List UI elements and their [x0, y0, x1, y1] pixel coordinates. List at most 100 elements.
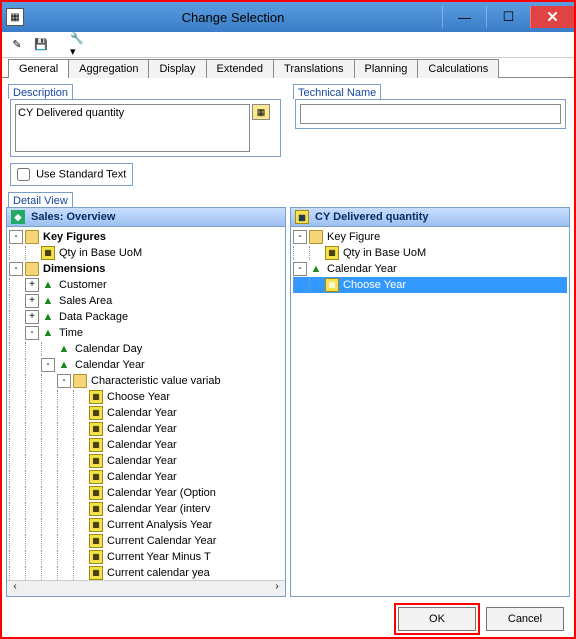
green-icon: ▲	[309, 262, 323, 276]
tree-node[interactable]: - Key Figures	[9, 229, 283, 245]
tab-aggregation[interactable]: Aggregation	[68, 59, 149, 78]
right-tree[interactable]: -Key Figure▦Qty in Base UoM-▲Calendar Ye…	[291, 227, 569, 596]
tree-node[interactable]: +▲Sales Area	[9, 293, 283, 309]
technical-name-label: Technical Name	[293, 84, 381, 99]
tree-expander[interactable]: +	[25, 294, 39, 308]
tree-node[interactable]: ▦Calendar Year	[9, 469, 283, 485]
tab-planning[interactable]: Planning	[354, 59, 419, 78]
tree-label: Qty in Base UoM	[341, 245, 428, 261]
tree-expander[interactable]: -	[25, 326, 39, 340]
tree-label: Time	[57, 325, 85, 341]
minimize-button[interactable]: —	[442, 6, 486, 28]
tree-label: Current calendar yea	[105, 565, 212, 580]
tab-strip: GeneralAggregationDisplayExtendedTransla…	[2, 58, 574, 78]
tree-node[interactable]: -▲Calendar Year	[9, 357, 283, 373]
tree-node[interactable]: ▦Current Year Minus T	[9, 549, 283, 565]
green-icon: ▲	[57, 342, 71, 356]
left-tree[interactable]: -Key Figures▦Qty in Base UoM-Dimensions+…	[7, 227, 285, 580]
yellow-icon: ▦	[89, 454, 103, 468]
green-icon: ▲	[57, 358, 71, 372]
tree-expander[interactable]: -	[293, 262, 307, 276]
tree-label: Key Figures	[41, 229, 108, 245]
yellow-icon: ▦	[89, 422, 103, 436]
tree-node[interactable]: ▦Calendar Year (Option	[9, 485, 283, 501]
tab-display[interactable]: Display	[148, 59, 206, 78]
tree-label: Data Package	[57, 309, 130, 325]
titlebar: ▦ Change Selection — ☐ ✕	[2, 2, 574, 32]
tree-node[interactable]: -Dimensions	[9, 261, 283, 277]
cancel-button[interactable]: Cancel	[486, 607, 564, 631]
tab-translations[interactable]: Translations	[273, 59, 355, 78]
tree-expander[interactable]: -	[293, 230, 307, 244]
app-icon: ▦	[6, 8, 24, 26]
maximize-button[interactable]: ☐	[486, 6, 530, 28]
tree-expander[interactable]: -	[41, 358, 55, 372]
tree-expander[interactable]: -	[57, 374, 71, 388]
toolbar: ✎ 💾 🔧▾	[2, 32, 574, 58]
tree-label: Sales Area	[57, 293, 114, 309]
close-button[interactable]: ✕	[530, 6, 574, 28]
tree-label: Current Analysis Year	[105, 517, 214, 533]
tree-node[interactable]: ▦Current Analysis Year	[9, 517, 283, 533]
description-label: Description	[8, 84, 73, 99]
tools-dropdown-icon[interactable]: 🔧▾	[70, 36, 88, 54]
tree-label: Current Year Minus T	[105, 549, 213, 565]
tree-node[interactable]: -▲Calendar Year	[293, 261, 567, 277]
ok-button[interactable]: OK	[398, 607, 476, 631]
left-panel: ◆ Sales: Overview -Key Figures▦Qty in Ba…	[6, 207, 286, 597]
tab-calculations[interactable]: Calculations	[417, 59, 499, 78]
detail-view-label: Detail View	[8, 192, 73, 207]
yellow-icon: ▦	[89, 406, 103, 420]
yellow-icon: ▦	[325, 278, 339, 292]
tree-expander[interactable]: +	[25, 278, 39, 292]
tree-expander[interactable]: -	[9, 262, 23, 276]
tree-label: Current Calendar Year	[105, 533, 218, 549]
tree-label: Calendar Year	[325, 261, 399, 277]
technical-name-input[interactable]	[300, 104, 561, 124]
tree-node[interactable]: -Key Figure	[293, 229, 567, 245]
tree-node[interactable]: ▦Qty in Base UoM	[293, 245, 567, 261]
tree-expander[interactable]: -	[9, 230, 23, 244]
tree-node[interactable]: ▦Qty in Base UoM	[9, 245, 283, 261]
tree-label: Calendar Year	[73, 357, 147, 373]
tree-node[interactable]: ▦Current calendar yea	[9, 565, 283, 580]
folder-icon	[25, 262, 39, 276]
right-panel-header: ▦ CY Delivered quantity	[291, 208, 569, 227]
tree-node[interactable]: ▲Calendar Day	[9, 341, 283, 357]
tree-node[interactable]: ▦Calendar Year (interv	[9, 501, 283, 517]
description-textarea[interactable]	[15, 104, 250, 152]
use-standard-text-checkbox[interactable]: Use Standard Text	[10, 163, 133, 186]
tree-node[interactable]: +▲Data Package	[9, 309, 283, 325]
tree-node[interactable]: ▦Current Calendar Year	[9, 533, 283, 549]
tree-expander[interactable]: +	[25, 310, 39, 324]
yellow-icon: ▦	[89, 534, 103, 548]
tree-node[interactable]: ▦Choose Year	[293, 277, 567, 293]
tree-node[interactable]: +▲Customer	[9, 277, 283, 293]
save-icon[interactable]: 💾	[32, 36, 50, 54]
folder-icon	[309, 230, 323, 244]
yellow-icon: ▦	[89, 470, 103, 484]
use-standard-text-input[interactable]	[17, 168, 30, 181]
tree-node[interactable]: ▦Choose Year	[9, 389, 283, 405]
yellow-icon: ▦	[89, 566, 103, 580]
yellow-icon: ▦	[41, 246, 55, 260]
tree-node[interactable]: -▲Time	[9, 325, 283, 341]
tree-label: Calendar Year (Option	[105, 485, 218, 501]
tree-node[interactable]: ▦Calendar Year	[9, 437, 283, 453]
yellow-icon: ▦	[325, 246, 339, 260]
tab-general[interactable]: General	[8, 59, 69, 78]
tree-node[interactable]: -Characteristic value variab	[9, 373, 283, 389]
yellow-icon: ▦	[89, 550, 103, 564]
edit-icon[interactable]: ✎	[8, 36, 26, 54]
tree-label: Calendar Year	[105, 437, 179, 453]
tree-label: Calendar Year (interv	[105, 501, 212, 517]
tree-node[interactable]: ▦Calendar Year	[9, 453, 283, 469]
tree-node[interactable]: ▦Calendar Year	[9, 405, 283, 421]
tree-label: Qty in Base UoM	[57, 245, 144, 261]
desc-helper-button[interactable]: ▦	[252, 104, 270, 120]
left-scrollbar[interactable]: ‹›	[7, 580, 285, 596]
tree-node[interactable]: ▦Calendar Year	[9, 421, 283, 437]
tree-label: Calendar Year	[105, 453, 179, 469]
green-icon: ▲	[41, 326, 55, 340]
tab-extended[interactable]: Extended	[206, 59, 274, 78]
